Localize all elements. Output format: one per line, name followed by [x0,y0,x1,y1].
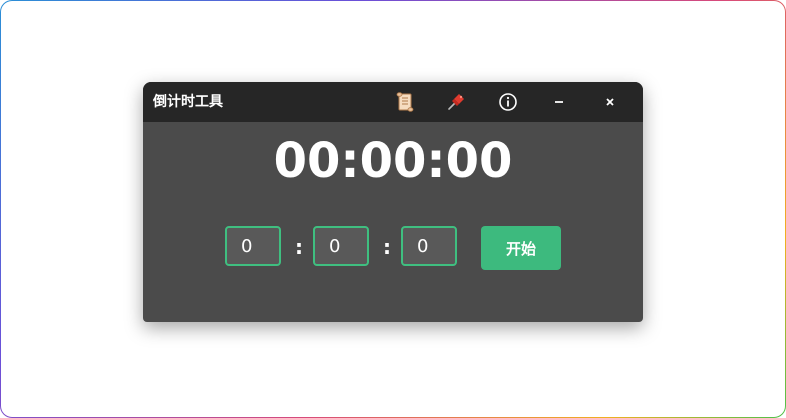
close-button[interactable] [592,88,628,116]
window-title: 倒计时工具 [153,94,223,110]
close-icon [606,98,614,106]
separator: : [383,235,391,259]
hours-input[interactable] [225,226,281,266]
info-icon [499,93,517,111]
screen-frame: 倒计时工具 00:00:00 0: 0: 0 开始 [0,0,786,418]
countdown-display: 00:00:00 [273,133,513,189]
seconds-input[interactable] [401,226,457,266]
countdown-window: 倒计时工具 00:00:00 0: 0: 0 开始 [143,82,643,322]
scroll-icon [396,92,414,112]
minimize-button[interactable] [541,88,577,116]
info-button[interactable] [490,88,526,116]
desktop-background: 倒计时工具 00:00:00 0: 0: 0 开始 [1,1,785,417]
title-bar[interactable]: 倒计时工具 [143,82,643,122]
start-button[interactable]: 开始 [481,226,561,270]
minimize-icon [555,101,563,103]
pin-button[interactable] [438,88,474,116]
pushpin-icon [448,94,464,110]
separator: : [295,235,303,259]
minutes-input[interactable] [313,226,369,266]
notes-button[interactable] [387,88,423,116]
